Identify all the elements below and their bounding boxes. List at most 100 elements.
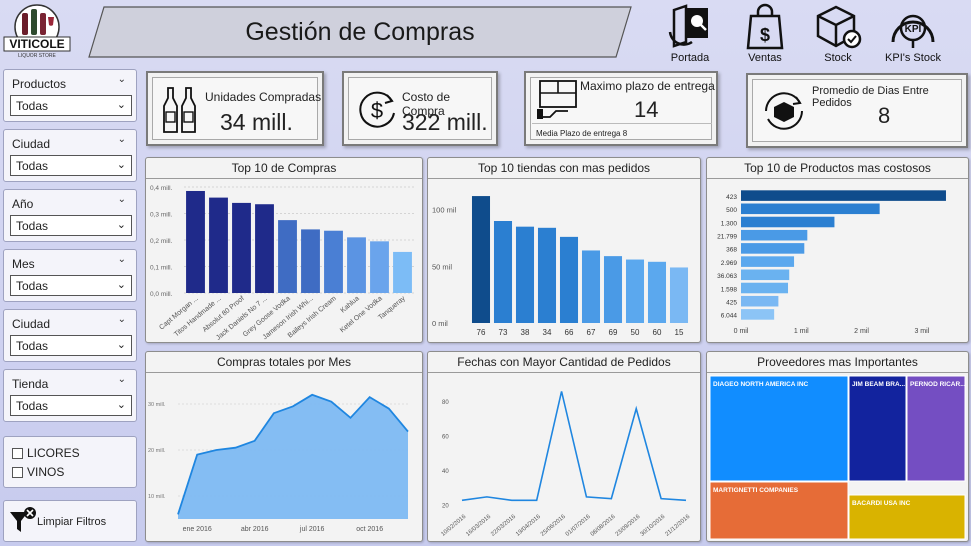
- filter-label: Ciudad: [12, 317, 51, 331]
- y-tick-label: 2.969: [721, 260, 738, 267]
- treemap-label: DIAGEO NORTH AMERICA INC: [713, 381, 809, 388]
- clear-filters-label: Limpiar Filtros: [37, 516, 107, 528]
- x-tick-label: 69: [609, 328, 618, 337]
- treemap-cell: [709, 375, 849, 482]
- x-tick-label: 23/09/2016: [615, 514, 642, 538]
- checkbox-box[interactable]: [12, 466, 23, 478]
- x-tick-label: oct 2016: [356, 526, 383, 533]
- y-tick-label: 50 mil: [432, 262, 452, 271]
- y-tick-label: 10 mill.: [148, 494, 166, 500]
- filter-select[interactable]: Todas ⌄: [10, 335, 132, 356]
- x-tick-label: 10/02/2016: [440, 514, 467, 538]
- panel-proveedores: Proveedores mas Importantes DIAGEO NORTH…: [706, 351, 969, 542]
- panel-top-compras: Top 10 de Compras 0,0 mill. 0,1 mill. 0,2 …: [145, 157, 423, 343]
- bar: [278, 220, 297, 293]
- bar: [741, 256, 795, 267]
- svg-text:$: $: [371, 98, 383, 123]
- filter-label: Mes: [12, 257, 35, 271]
- filter-select[interactable]: Todas ⌄: [10, 395, 132, 416]
- kpi-avg-term-sub: Media Plazo de entrega 8: [536, 129, 628, 138]
- filter-mes[interactable]: Mes ⌄ Todas ⌄: [3, 249, 137, 302]
- x-tick-label: 3 mil: [914, 328, 929, 335]
- nav-kpi-stock[interactable]: KPI KPI's Stock: [878, 2, 948, 68]
- x-tick-label: 38: [521, 328, 530, 337]
- bar: [186, 190, 205, 293]
- y-tick-label: 425: [726, 299, 737, 306]
- filter-productos[interactable]: Productos ⌄ Todas ⌄: [3, 69, 137, 122]
- filter-label: Año: [12, 197, 34, 211]
- treemap-label: MARTIGNETTI COMPANIES: [713, 487, 799, 494]
- checkbox-licores[interactable]: LICORES: [12, 446, 80, 460]
- checkbox-vinos[interactable]: VINOS: [12, 465, 64, 479]
- filter-tienda[interactable]: Tienda ⌄ Todas ⌄: [3, 369, 137, 422]
- nav-portada[interactable]: Portada: [655, 2, 725, 68]
- x-tick-label: 08/08/2016: [590, 514, 617, 538]
- kpi-units-card: Unidades Compradas 34 mill.: [146, 71, 324, 146]
- x-tick-label: 0 mil: [734, 328, 749, 335]
- bar: [741, 309, 775, 320]
- y-tick-label: 0,1 mill.: [150, 265, 173, 272]
- kpi-cost-card: $ Costo de Compra 322 mill.: [342, 71, 498, 146]
- y-tick-label: 40: [442, 469, 449, 475]
- chevron-down-icon[interactable]: ⌄: [118, 374, 126, 385]
- dollar-cycle-icon: $: [359, 91, 395, 128]
- checkbox-box[interactable]: [12, 447, 23, 459]
- chevron-down-icon[interactable]: ⌄: [118, 134, 126, 145]
- bar: [537, 227, 557, 323]
- bar: [741, 190, 946, 201]
- filter-select[interactable]: Todas ⌄: [10, 95, 132, 116]
- nav-stock[interactable]: Stock: [803, 2, 873, 68]
- bar: [493, 221, 513, 323]
- treemap-cell: [848, 375, 907, 482]
- y-tick-label: 1.300: [721, 220, 738, 227]
- clear-filter-icon: [10, 507, 36, 532]
- panel-title: Proveedores mas Importantes: [757, 355, 918, 369]
- filter-value: Todas: [16, 279, 49, 293]
- x-tick-label: 73: [499, 328, 508, 337]
- filter-ciudad[interactable]: Ciudad ⌄ Todas ⌄: [3, 129, 137, 182]
- page-title: Gestión de Compras: [245, 17, 475, 46]
- x-tick-label: 15: [675, 328, 684, 337]
- bar: [669, 267, 689, 323]
- nav-ventas[interactable]: $ Ventas: [730, 2, 800, 68]
- filter-select[interactable]: Todas ⌄: [10, 155, 132, 176]
- dropdown-arrow-icon: ⌄: [116, 159, 126, 171]
- svg-text:$: $: [760, 25, 770, 45]
- x-tick-label: 67: [587, 328, 596, 337]
- chevron-down-icon[interactable]: ⌄: [118, 314, 126, 325]
- chevron-down-icon[interactable]: ⌄: [118, 194, 126, 205]
- nav-label: KPI's Stock: [885, 52, 941, 64]
- x-tick-label: 16/03/2016: [465, 514, 492, 538]
- category-checklist: LICORES VINOS: [3, 436, 137, 488]
- kpi-max-term-label: Maximo plazo de entrega: [580, 79, 715, 93]
- viticole-logo: VITICOLE LIQUOR STORE: [2, 3, 72, 63]
- bar: [232, 202, 251, 293]
- y-tick-label: 1.598: [721, 286, 738, 293]
- x-tick-label: 60: [653, 328, 662, 337]
- y-tick-label: 0,4 mill.: [150, 185, 173, 192]
- bar: [647, 261, 667, 323]
- filter-ciudad-2[interactable]: Ciudad ⌄ Todas ⌄: [3, 309, 137, 362]
- bar: [741, 282, 789, 294]
- clear-filters-button[interactable]: Limpiar Filtros: [3, 500, 137, 542]
- filter-value: Todas: [16, 159, 49, 173]
- dropdown-arrow-icon: ⌄: [116, 219, 126, 231]
- bottles-icon: [163, 87, 196, 133]
- kpi-cost-value: 322 mill.: [402, 109, 488, 135]
- bar: [324, 230, 343, 293]
- x-tick-label: 25/06/2016: [540, 514, 567, 538]
- filter-anio[interactable]: Año ⌄ Todas ⌄: [3, 189, 137, 242]
- filter-value: Todas: [16, 339, 49, 353]
- x-tick-label: 66: [565, 328, 574, 337]
- filter-select[interactable]: Todas ⌄: [10, 275, 132, 296]
- portada-icon: [668, 4, 708, 48]
- bar: [370, 241, 389, 293]
- bar: [741, 229, 808, 241]
- chevron-down-icon[interactable]: ⌄: [118, 254, 126, 265]
- area-fill: [178, 394, 408, 519]
- shopping-bag-dollar-icon: $: [746, 3, 784, 50]
- chevron-down-icon[interactable]: ⌄: [118, 74, 126, 85]
- bar: [741, 203, 880, 215]
- filter-select[interactable]: Todas ⌄: [10, 215, 132, 236]
- y-tick-label: 368: [726, 247, 737, 254]
